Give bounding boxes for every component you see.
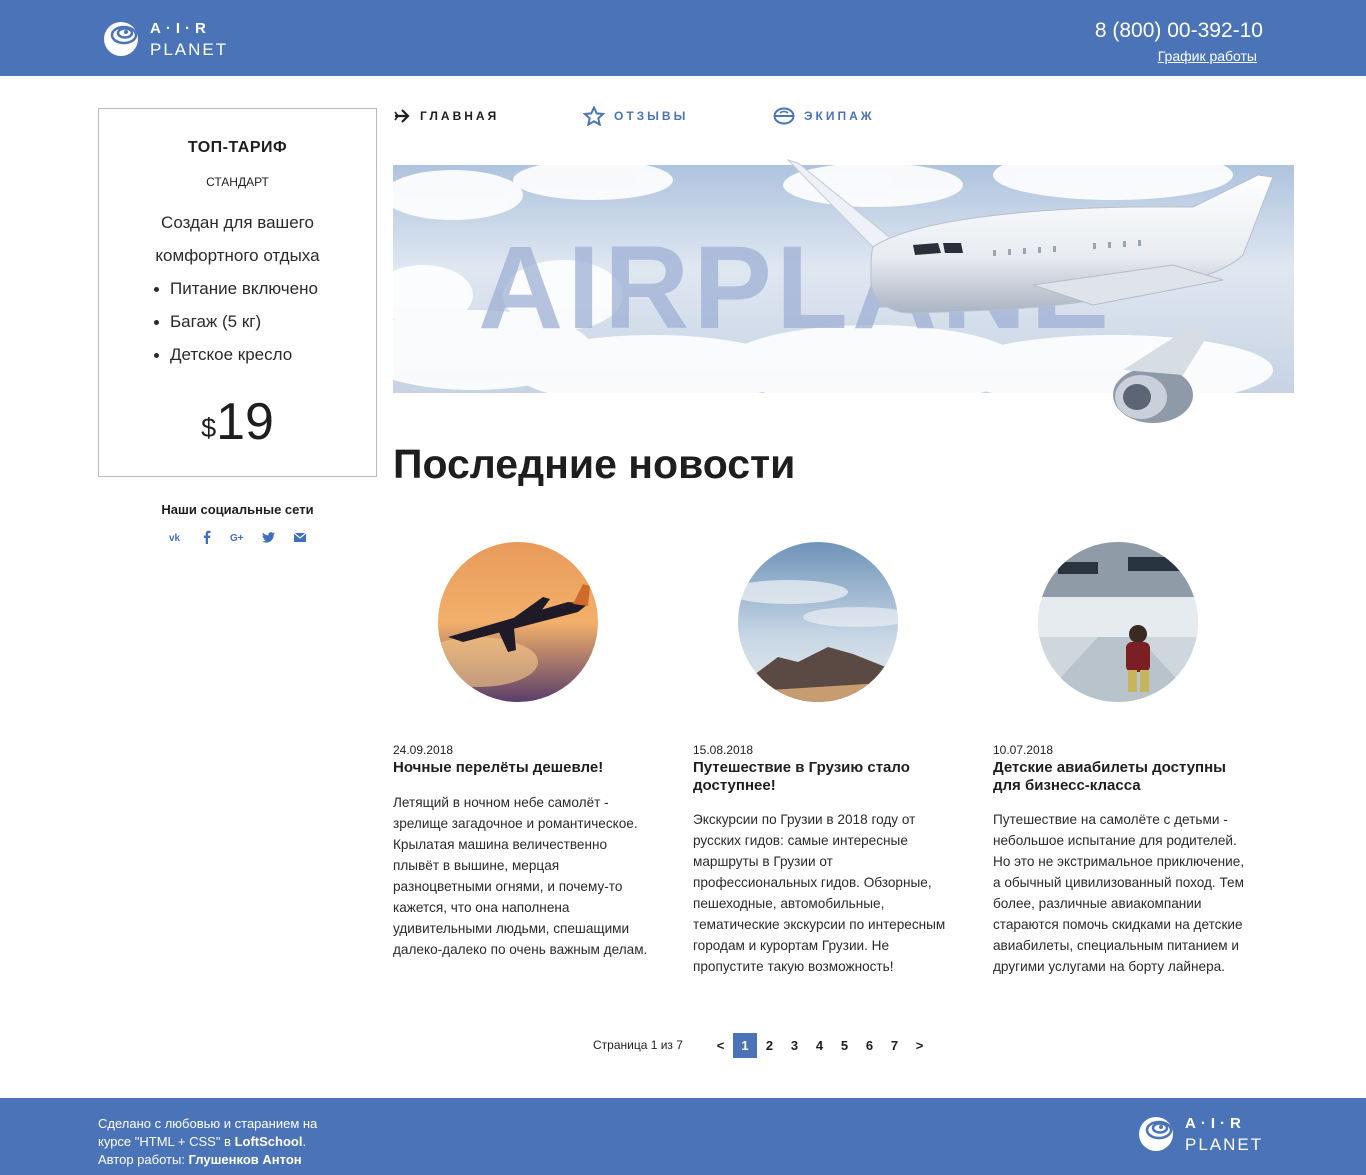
footer-school-name: LoftSchool (234, 1134, 303, 1149)
facebook-icon[interactable] (191, 527, 222, 547)
mail-icon[interactable] (284, 527, 315, 547)
google-plus-icon[interactable]: G+ (222, 527, 253, 547)
tariff-card: ТОП-ТАРИФ СТАНДАРТ Создан для вашего ком… (98, 108, 377, 477)
phone-number[interactable]: 8 (800) 00-392-10 (1095, 19, 1263, 43)
pagination-page-2[interactable]: 2 (757, 1033, 782, 1058)
pagination-page-3[interactable]: 3 (782, 1033, 807, 1058)
news-headline[interactable]: Детские авиабилеты доступны для бизнесс-… (993, 759, 1253, 795)
news-thumbnail[interactable] (1038, 542, 1198, 702)
footer-author-name: Глушенков Антон (188, 1152, 302, 1167)
sunset-plane-image (438, 542, 598, 702)
planet-logo-icon (1139, 1117, 1173, 1151)
social-title: Наши социальные сети (161, 502, 314, 517)
plane-arrow-icon (394, 109, 410, 123)
nav-label: ЭКИПАЖ (804, 109, 875, 123)
news-card[interactable]: 10.07.2018 Детские авиабилеты доступны д… (993, 542, 1253, 974)
schedule-link[interactable]: График работы (1158, 48, 1257, 64)
mountain-image (738, 542, 898, 702)
pilot-cap-icon (773, 107, 795, 125)
news-date: 15.08.2018 (693, 743, 754, 757)
footer-line: Сделано с любовью и старанием на (98, 1116, 318, 1131)
tariff-feature: Детское кресло (154, 338, 318, 371)
twitter-icon[interactable] (253, 527, 284, 547)
pagination-page-7[interactable]: 7 (882, 1033, 907, 1058)
news-excerpt: Экскурсии по Грузии в 2018 году от русск… (693, 812, 946, 974)
svg-text:vk: vk (169, 533, 181, 542)
price-value: 19 (216, 393, 274, 451)
logo-air-text: A·I·R (150, 19, 211, 37)
pagination-prev-button[interactable]: < (708, 1033, 733, 1058)
logo-planet-text: PLANET (1185, 1134, 1264, 1154)
footer-text-segment: курсе "HTML + CSS" в (98, 1134, 235, 1149)
star-icon (583, 106, 605, 126)
news-date: 10.07.2018 (993, 743, 1054, 757)
news-excerpt: Путешествие на самолёте с детьми - небол… (993, 812, 1245, 974)
footer-line: курсе "HTML + CSS" в LoftSchool. (98, 1133, 317, 1151)
nav-label: ОТЗЫВЫ (614, 109, 689, 123)
pagination-page-1[interactable]: 1 (733, 1033, 757, 1058)
news-thumbnail[interactable] (438, 542, 598, 702)
footer-text-segment: Автор работы: (98, 1152, 189, 1167)
nav-label: ГЛАВНАЯ (420, 109, 500, 123)
footer-line: Автор работы: Глушенков Антон (98, 1151, 317, 1169)
planet-logo-icon (104, 22, 138, 56)
news-card[interactable]: 24.09.2018 Ночные перелёты дешевле! Летя… (393, 542, 653, 957)
pagination-page-4[interactable]: 4 (807, 1033, 832, 1058)
news-section-title: Последние новости (393, 441, 796, 487)
header-logo[interactable]: A·I·R PLANET (102, 20, 228, 58)
tariff-price: $19 (99, 392, 376, 452)
news-thumbnail[interactable] (738, 542, 898, 702)
tariff-feature: Питание включено (154, 272, 318, 305)
tariff-feature: Багаж (5 кг) (154, 305, 318, 338)
nav-item-main[interactable]: ГЛАВНАЯ (393, 106, 499, 126)
tariff-title: ТОП-ТАРИФ (187, 139, 288, 156)
pagination-next-button[interactable]: > (907, 1033, 932, 1058)
footer-credits: Сделано с любовью и старанием на курсе "… (98, 1115, 317, 1169)
logo-planet-text: PLANET (150, 39, 229, 59)
news-headline[interactable]: Путешествие в Грузию стало доступнее! (693, 759, 953, 795)
svg-text:G+: G+ (230, 533, 244, 542)
news-headline[interactable]: Ночные перелёты дешевле! (393, 759, 653, 777)
news-excerpt: Летящий в ночном небе самолёт - зрелище … (393, 795, 648, 957)
pagination: < 1 2 3 4 5 6 7 > (708, 1033, 932, 1058)
social-links: vk G+ (160, 527, 315, 547)
pagination-page-6[interactable]: 6 (857, 1033, 882, 1058)
nav-item-crew[interactable]: ЭКИПАЖ (773, 106, 875, 126)
airplane-banner-image: AIRPLANE (393, 158, 1294, 423)
airport-child-image (1038, 542, 1198, 702)
tariff-features: Питание включено Багаж (5 кг) Детское кр… (154, 272, 318, 371)
site-footer: Сделано с любовью и старанием на курсе "… (0, 1098, 1366, 1175)
footer-text-segment: . (302, 1134, 307, 1149)
nav-item-reviews[interactable]: ОТЗЫВЫ (583, 106, 688, 126)
news-date: 24.09.2018 (393, 743, 454, 757)
tariff-subtitle: СТАНДАРТ (206, 175, 269, 189)
price-currency: $ (201, 413, 217, 443)
logo-air-text: A·I·R (1185, 1114, 1246, 1132)
site-header: A·I·R PLANET 8 (800) 00-392-10 График ра… (0, 0, 1366, 76)
pagination-page-5[interactable]: 5 (832, 1033, 857, 1058)
tariff-description: Создан для вашего комфортного отдыха (155, 213, 320, 265)
vk-icon[interactable]: vk (160, 527, 191, 547)
hero-banner: AIRPLANE (393, 158, 1294, 423)
news-card[interactable]: 15.08.2018 Путешествие в Грузию стало до… (693, 542, 953, 974)
pagination-info: Страница 1 из 7 (593, 1038, 683, 1052)
footer-logo[interactable]: A·I·R PLANET (1137, 1115, 1263, 1153)
